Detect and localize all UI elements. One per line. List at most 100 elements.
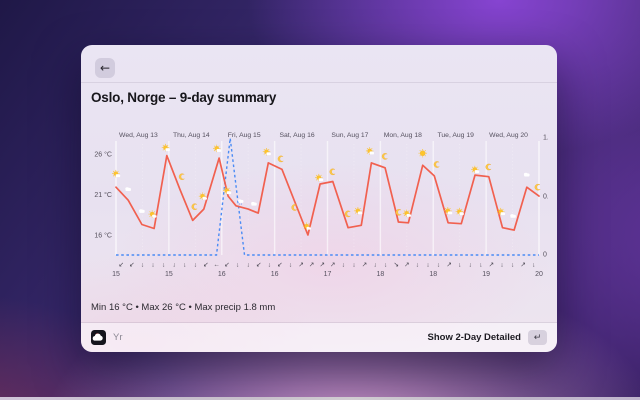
wind-arrow-icon: ↙ <box>277 262 282 269</box>
wind-arrow-icon: ↙ <box>224 262 229 269</box>
moon-icon <box>329 168 336 176</box>
moon-icon <box>191 203 198 210</box>
wind-arrow-icon: ↓ <box>426 262 429 269</box>
day-label: Sat, Aug 16 <box>279 132 314 139</box>
sun-cloud-icon <box>365 147 375 155</box>
wind-arrow-icon: ↓ <box>373 262 376 269</box>
x-tick-label: 20 <box>535 271 543 278</box>
sun-icon <box>418 149 427 158</box>
wind-arrow-icon: ↓ <box>151 262 154 269</box>
sun-cloud-icon <box>213 144 222 153</box>
x-tick-label: 18 <box>376 271 384 278</box>
enter-key-button[interactable]: ↵ <box>528 330 547 345</box>
cloud-icon <box>139 209 145 213</box>
x-tick-label: 16 <box>218 271 226 278</box>
sun-cloud-icon <box>198 192 207 200</box>
header-divider <box>81 82 557 83</box>
wind-arrow-icon: ↓ <box>458 262 461 269</box>
wind-arrow-icon: ↘ <box>394 262 399 269</box>
precip-axis-label: 1.8 <box>543 134 548 141</box>
wind-arrow-icon: ← <box>213 262 220 269</box>
yr-app-icon <box>91 330 106 345</box>
wind-arrow-icon: ↓ <box>416 262 419 269</box>
wind-arrow-icon: ↓ <box>194 262 197 269</box>
back-button[interactable]: ← <box>95 58 115 78</box>
wind-arrow-icon: ↓ <box>173 262 176 269</box>
wind-arrow-icon: ↓ <box>479 262 482 269</box>
x-tick-label: 17 <box>324 271 332 278</box>
wind-arrow-icon: ↓ <box>141 262 144 269</box>
wind-arrow-icon: ↓ <box>532 262 535 269</box>
sun-cloud-icon <box>148 210 157 218</box>
wind-arrow-icon: ↓ <box>247 262 250 269</box>
moon-icon <box>344 210 351 218</box>
wind-arrow-icon: ↙ <box>256 262 261 269</box>
footer-bar: Yr Show 2-Day Detailed ↵ <box>81 323 557 352</box>
sun-cloud-icon <box>223 186 232 195</box>
wind-arrow-icon: ↓ <box>342 262 345 269</box>
cloud-icon <box>510 214 516 218</box>
sun-cloud-icon <box>471 165 480 174</box>
x-tick-label: 16 <box>271 271 279 278</box>
wind-arrow-icon: ↓ <box>437 262 440 269</box>
wind-arrow-icon: ↓ <box>500 262 503 269</box>
cloud-icon <box>523 172 530 177</box>
sun-cloud-icon <box>402 209 412 218</box>
x-tick-label: 15 <box>165 271 173 278</box>
wind-arrow-icon: ↗ <box>520 262 525 269</box>
summary-text: Min 16 °C • Max 26 °C • Max precip 1.8 m… <box>91 302 276 313</box>
day-label: Mon, Aug 18 <box>384 132 422 139</box>
wind-arrow-icon: ↙ <box>119 262 124 269</box>
wind-arrow-icon: ↓ <box>236 262 239 269</box>
day-label: Wed, Aug 20 <box>489 132 528 139</box>
x-tick-label: 19 <box>482 271 490 278</box>
day-label: Fri, Aug 15 <box>228 132 261 139</box>
precip-axis-label: 0.9 <box>543 193 548 200</box>
wind-arrow-icon: ↓ <box>469 262 472 269</box>
wind-arrow-icon: ↓ <box>384 262 387 269</box>
precip-axis-label: 0 <box>543 252 547 259</box>
weather-chart-svg: Wed, Aug 13 Thu, Aug 14 Fri, Aug 15 Sat, Au… <box>94 132 548 278</box>
wind-arrow-icon: ↗ <box>362 262 367 269</box>
desktop-background: ← Oslo, Norge – 9-day summary Wed, Aug 1… <box>0 0 640 400</box>
app-name-label: Yr <box>113 332 123 343</box>
wind-arrow-icon: ↓ <box>289 262 292 269</box>
weather-chart: Wed, Aug 13 Thu, Aug 14 Fri, Aug 15 Sat, Au… <box>88 128 548 283</box>
day-label: Tue, Aug 19 <box>437 132 474 139</box>
cloud-icon <box>125 187 131 191</box>
weather-widget-window: ← Oslo, Norge – 9-day summary Wed, Aug 1… <box>81 45 557 352</box>
sun-cloud-icon <box>354 207 363 215</box>
sun-cloud-icon <box>262 148 271 156</box>
moon-icon <box>277 155 284 163</box>
moon-icon <box>485 163 492 171</box>
day-label: Wed, Aug 13 <box>119 132 158 139</box>
moon-icon <box>395 209 402 216</box>
wind-arrow-icon: ↓ <box>183 262 186 269</box>
page-title: Oslo, Norge – 9-day summary <box>91 90 277 105</box>
moon-icon <box>381 153 388 160</box>
x-tick-label: 18 <box>429 271 437 278</box>
day-label: Sun, Aug 17 <box>331 132 368 139</box>
wind-arrow-icon: ↗ <box>489 262 494 269</box>
wind-arrow-icon: ↗ <box>330 262 335 269</box>
sun-cloud-icon <box>315 173 324 182</box>
wind-arrow-icon: ↗ <box>298 262 303 269</box>
wind-arrow-icon: ↙ <box>203 262 208 269</box>
wind-arrow-icon: ↗ <box>446 262 451 269</box>
temp-axis-label: 21 °C <box>94 191 112 199</box>
wind-arrow-icon: ↗ <box>309 262 314 269</box>
show-2-day-detailed-button[interactable]: Show 2-Day Detailed <box>428 332 521 343</box>
wind-arrow-icon: ↓ <box>162 262 165 269</box>
wind-arrow-icon: ↓ <box>511 262 514 269</box>
rain-cloud-icon <box>238 199 244 205</box>
wind-arrow-icon: ↙ <box>129 262 134 269</box>
wind-arrow-icon: ↗ <box>319 262 324 269</box>
day-label: Thu, Aug 14 <box>173 132 210 139</box>
moon-icon <box>178 173 185 180</box>
x-tick-label: 15 <box>112 271 120 278</box>
wind-arrow-icon: ↗ <box>404 262 409 269</box>
wind-arrow-icon: ↓ <box>268 262 271 269</box>
wind-arrow-icon: ↓ <box>352 262 355 269</box>
moon-icon <box>433 161 440 168</box>
cloud-icon <box>251 201 257 206</box>
